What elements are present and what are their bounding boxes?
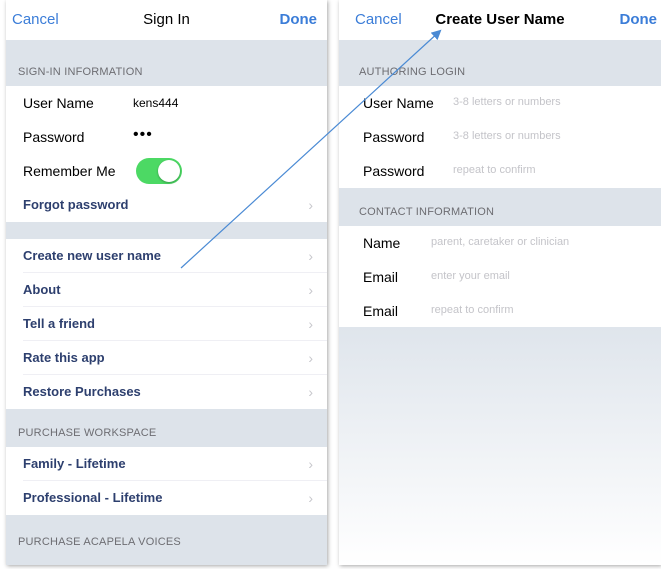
done-button[interactable]: Done <box>620 11 658 28</box>
section-header-contact: CONTACT INFORMATION <box>339 188 661 226</box>
page-title: Create User Name <box>435 11 565 28</box>
restore-purchases-link[interactable]: Restore Purchases <box>23 384 141 399</box>
chevron-right-icon: › <box>308 248 313 264</box>
forgot-password-link[interactable]: Forgot password <box>23 197 128 212</box>
about-row[interactable]: About › <box>6 273 327 307</box>
remember-me-toggle[interactable] <box>136 158 182 184</box>
confirm-email-input[interactable]: repeat to confirm <box>431 304 514 316</box>
user-name-field[interactable]: kens444 <box>133 96 178 110</box>
toggle-knob <box>158 160 180 182</box>
password-input[interactable]: 3-8 letters or numbers <box>453 130 561 142</box>
professional-lifetime-row[interactable]: Professional - Lifetime › <box>6 481 327 515</box>
chevron-right-icon: › <box>308 282 313 298</box>
section-header-voices: PURCHASE ACAPELA VOICES <box>6 515 327 565</box>
chevron-right-icon: › <box>308 316 313 332</box>
section-header-authoring: AUTHORING LOGIN <box>339 40 661 86</box>
tell-a-friend-row[interactable]: Tell a friend › <box>6 307 327 341</box>
forgot-password-row[interactable]: Forgot password › <box>6 188 327 222</box>
password-label: Password <box>363 129 425 145</box>
contact-confirm-email-row: Email repeat to confirm <box>339 294 661 328</box>
create-user-name-row[interactable]: Create new user name › <box>6 239 327 273</box>
confirm-email-label: Email <box>363 303 399 319</box>
section-header-label: PURCHASE WORKSPACE <box>18 427 157 439</box>
family-lifetime-link[interactable]: Family - Lifetime <box>23 456 126 471</box>
create-user-name-screen: Cancel Create User Name Done AUTHORING L… <box>339 0 661 565</box>
confirm-password-label: Password <box>363 163 425 179</box>
create-user-name-link[interactable]: Create new user name <box>23 248 161 263</box>
section-header-workspace: PURCHASE WORKSPACE <box>6 409 327 447</box>
email-label: Email <box>363 269 399 285</box>
user-name-row[interactable]: User Name kens444 <box>6 86 327 120</box>
remember-me-label: Remember Me <box>23 163 116 179</box>
authoring-user-name-row: User Name 3-8 letters or numbers <box>339 86 661 120</box>
contact-name-row: Name parent, caretaker or clinician <box>339 226 661 260</box>
user-name-input[interactable]: 3-8 letters or numbers <box>453 96 561 108</box>
confirm-password-input[interactable]: repeat to confirm <box>453 164 536 176</box>
section-spacer <box>6 222 327 239</box>
authoring-password-row: Password 3-8 letters or numbers <box>339 120 661 154</box>
section-header-label: PURCHASE ACAPELA VOICES <box>18 536 181 548</box>
create-user-navbar: Cancel Create User Name Done <box>339 0 661 40</box>
password-field[interactable]: ••• <box>133 126 153 144</box>
tell-a-friend-link[interactable]: Tell a friend <box>23 316 95 331</box>
remember-me-row: Remember Me <box>6 154 327 188</box>
about-link[interactable]: About <box>23 282 61 297</box>
done-button[interactable]: Done <box>280 11 318 28</box>
empty-background <box>339 327 661 565</box>
rate-this-app-link[interactable]: Rate this app <box>23 350 105 365</box>
email-input[interactable]: enter your email <box>431 270 510 282</box>
restore-purchases-row[interactable]: Restore Purchases › <box>6 375 327 409</box>
chevron-right-icon: › <box>308 490 313 506</box>
user-name-label: User Name <box>23 95 94 111</box>
sign-in-navbar: Cancel Sign In Done <box>6 0 327 40</box>
password-label: Password <box>23 129 85 145</box>
user-name-label: User Name <box>363 95 434 111</box>
name-input[interactable]: parent, caretaker or clinician <box>431 236 569 248</box>
family-lifetime-row[interactable]: Family - Lifetime › <box>6 447 327 481</box>
password-row[interactable]: Password ••• <box>6 120 327 154</box>
chevron-right-icon: › <box>308 384 313 400</box>
section-header-signin: SIGN-IN INFORMATION <box>6 40 327 86</box>
name-label: Name <box>363 235 401 251</box>
section-header-label: SIGN-IN INFORMATION <box>18 66 143 78</box>
contact-email-row: Email enter your email <box>339 260 661 294</box>
rate-this-app-row[interactable]: Rate this app › <box>6 341 327 375</box>
chevron-right-icon: › <box>308 456 313 472</box>
professional-lifetime-link[interactable]: Professional - Lifetime <box>23 490 162 505</box>
sign-in-screen: Cancel Sign In Done SIGN-IN INFORMATION … <box>6 0 327 565</box>
section-header-label: AUTHORING LOGIN <box>359 66 466 78</box>
chevron-right-icon: › <box>308 197 313 213</box>
section-header-label: CONTACT INFORMATION <box>359 206 495 218</box>
authoring-confirm-password-row: Password repeat to confirm <box>339 154 661 188</box>
chevron-right-icon: › <box>308 350 313 366</box>
